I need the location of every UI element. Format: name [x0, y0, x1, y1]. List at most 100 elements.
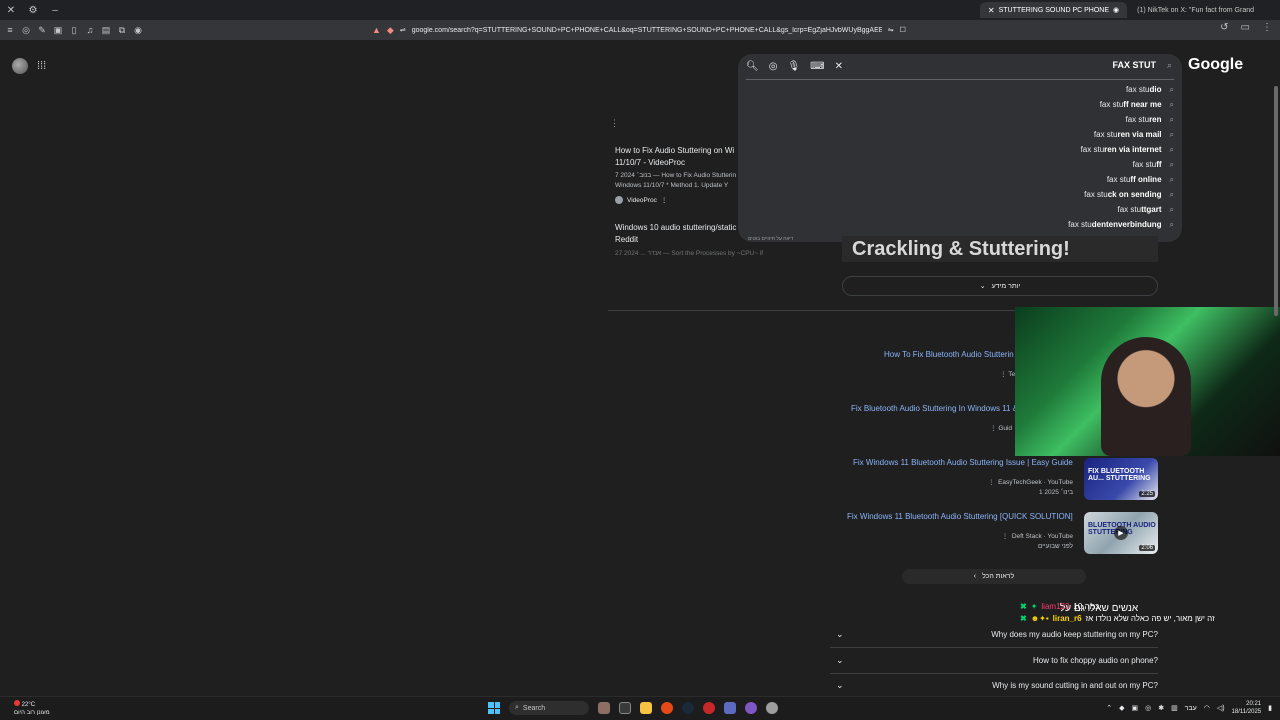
video-preview-banner[interactable]: Crackling & Stuttering! — [842, 236, 1158, 262]
windows-start-icon[interactable] — [488, 702, 500, 714]
tabs-icon[interactable]: ▤ — [100, 24, 112, 36]
search-icon[interactable]: 🔍︎ — [746, 61, 759, 72]
video-title[interactable]: Fix Bluetooth Audio Stuttering In Window… — [851, 404, 1018, 413]
task-view-icon[interactable] — [619, 702, 631, 714]
extension-icon[interactable]: ◆ — [387, 25, 394, 36]
see-all-button[interactable]: ‹ לראות הכל — [902, 569, 1086, 584]
chevron-up-icon[interactable]: ⌃ — [1106, 704, 1112, 712]
video-title[interactable]: Fix Windows 11 Bluetooth Audio Stutterin… — [847, 512, 1073, 521]
settings-icon[interactable]: ⚙ — [22, 0, 44, 20]
paa-question[interactable]: ⌄ How to fix choppy audio on phone? — [830, 648, 1158, 674]
tray-app-icon[interactable]: ◎ — [1145, 704, 1151, 712]
lang-indicator[interactable]: עבר — [1185, 705, 1197, 712]
sidebar-icon[interactable]: ▯ — [68, 24, 80, 36]
suggestion-item[interactable]: fax sturen via internet ⌕ — [874, 142, 1174, 157]
paa-question[interactable]: ⌄ Why does my audio keep stuttering on m… — [830, 622, 1158, 648]
page-scrollbar[interactable] — [1274, 86, 1278, 316]
video-thumbnail[interactable]: BLUETOOTH AUDIO STUTTERING ▶ 2:06 — [1084, 512, 1158, 554]
bookmark-icon[interactable]: ☐ — [900, 26, 906, 34]
paa-question[interactable]: ⌄ Why is my sound cutting in and out on … — [830, 675, 1158, 696]
result-title-line2[interactable]: Reddit — [615, 235, 737, 244]
bluetooth-icon[interactable]: ✱ — [1158, 704, 1164, 712]
pen-icon[interactable]: ✎ — [36, 24, 48, 36]
apps-grid-icon[interactable]: ⁞⁞⁞ — [37, 60, 46, 72]
file-explorer-icon[interactable] — [640, 702, 652, 714]
discord-icon[interactable] — [745, 702, 757, 714]
tray-app-icon[interactable]: ◆ — [1119, 704, 1124, 712]
suggestion-item[interactable]: fax studio ⌕ — [874, 82, 1174, 97]
suggestion-item[interactable]: fax stuff online ⌕ — [874, 172, 1174, 187]
camera-icon[interactable]: ⧉ — [116, 24, 128, 36]
wifi-icon[interactable]: ◠ — [1204, 704, 1210, 712]
suggestion-item[interactable]: fax sturen via mail ⌕ — [874, 127, 1174, 142]
more-options-icon[interactable]: ⋮ — [661, 196, 668, 204]
taskbar-search[interactable]: ⌕ Search — [509, 701, 589, 715]
network-icon[interactable]: ▥ — [1171, 704, 1178, 712]
result-snippet: 27 2024 ... אנדר — Sort the Processes by… — [615, 250, 764, 257]
result-title[interactable]: Windows 10 audio stuttering/static — [615, 223, 737, 232]
tune-icon[interactable]: ⇋ — [888, 26, 894, 34]
weather-widget[interactable]: 22°C מעונן רוב היום — [14, 700, 50, 717]
music-icon[interactable]: ♫ — [84, 24, 96, 36]
result-source[interactable]: VideoProc ⋮ — [615, 196, 667, 204]
more-info-button[interactable]: ⌄ יותר מידע — [842, 276, 1158, 296]
windows-taskbar: 22°C מעונן רוב היום ⌕ Search ⌃ ◆ ▣ ◎ ✱ ▥… — [0, 696, 1280, 720]
video-date: 1 בינו׳ 2025 — [1039, 489, 1073, 496]
app-icon[interactable] — [703, 702, 715, 714]
audio-icon[interactable]: ◉ — [132, 24, 144, 36]
result-title[interactable]: How to Fix Audio Stuttering on Wi — [615, 146, 737, 155]
suggestion-item[interactable]: fax stuttgart ⌕ — [874, 202, 1174, 217]
url-text[interactable]: google.com/search?q=STUTTERING+SOUND+PC+… — [412, 27, 882, 34]
warning-icon[interactable]: ▲ — [372, 25, 381, 35]
suggestion-item[interactable]: fax stuff ⌕ — [874, 157, 1174, 172]
suggestion-item[interactable]: fax stuck on sending ⌕ — [874, 187, 1174, 202]
microphone-icon[interactable]: 🎙︎ — [787, 61, 800, 72]
streamer-figure — [1101, 337, 1191, 456]
address-bar[interactable]: ▲ ◆ ⇌ google.com/search?q=STUTTERING+SOU… — [372, 22, 912, 38]
video-title[interactable]: Fix Windows 11 Bluetooth Audio Stutterin… — [853, 458, 1073, 467]
lens-icon[interactable]: ◎ — [769, 61, 778, 72]
history-icon[interactable]: ↺ — [1220, 22, 1228, 33]
suggestion-item[interactable]: fax stuff near me ⌕ — [874, 97, 1174, 112]
image-icon[interactable]: ▣ — [52, 24, 64, 36]
toolbar-right-icons: ↺ ▭ ⋮ — [1220, 22, 1272, 33]
sidebar-toggle-icon[interactable]: ▭ — [1241, 22, 1250, 33]
notifications-icon[interactable]: ▮ — [1268, 704, 1272, 712]
system-tray: ⌃ ◆ ▣ ◎ ✱ ▥ עבר ◠ ◁) 20:21 18/11/2025 ▮ — [1106, 700, 1272, 716]
brave-browser-icon[interactable] — [661, 702, 673, 714]
result-title-line2[interactable]: 11/10/7 - VideoProc — [615, 158, 737, 167]
suggestion-item[interactable]: fax sturen ⌕ — [874, 112, 1174, 127]
search-icon: ⌕ — [1169, 174, 1174, 184]
close-window-icon[interactable]: ✕ — [0, 0, 22, 20]
video-thumbnail[interactable]: FIX BLUETOOTH AU... STUTTERING 2:25 — [1084, 458, 1158, 500]
chevron-down-icon: ⌄ — [836, 680, 844, 690]
suggestion-item[interactable]: fax studentenverbindung ⌕ — [874, 217, 1174, 232]
report-predictions-link[interactable]: דיווח על חיזויים בוטים — [748, 236, 793, 242]
settings-icon[interactable] — [766, 702, 778, 714]
site-info-icon[interactable]: ⇌ — [400, 26, 406, 34]
menu-icon[interactable]: ≡ — [4, 24, 16, 36]
video-title[interactable]: How To Fix Bluetooth Audio Stutterin — [884, 350, 1014, 359]
close-tab-icon[interactable]: ✕ — [988, 6, 995, 15]
clock[interactable]: 20:21 18/11/2025 — [1232, 700, 1262, 716]
steam-icon[interactable] — [682, 702, 694, 714]
app-icon[interactable] — [724, 702, 736, 714]
search-box-dropdown[interactable]: 🔍︎ ◎ 🎙︎ ⌨ ✕ FAX STUT ⌕ fax studio ⌕ fax s… — [738, 54, 1182, 242]
search-input[interactable]: FAX STUT — [1112, 60, 1156, 70]
clear-icon[interactable]: ✕ — [835, 61, 843, 72]
volume-icon[interactable]: ◁) — [1217, 704, 1225, 712]
search-icon: ⌕ — [1169, 129, 1174, 139]
chat-username: liam123 — [1041, 601, 1070, 611]
tray-app-icon[interactable]: ▣ — [1131, 704, 1138, 712]
widgets-icon[interactable] — [598, 702, 610, 714]
google-logo[interactable]: Google — [1188, 56, 1243, 74]
keyboard-icon[interactable]: ⌨ — [810, 61, 824, 72]
tab-label: STUTTERING SOUND PC PHONE — [998, 6, 1110, 14]
minimize-icon[interactable]: – — [44, 0, 66, 20]
more-options-icon[interactable]: ⋮ — [610, 118, 619, 129]
more-menu-icon[interactable]: ⋮ — [1262, 22, 1272, 33]
shield-icon[interactable]: ◎ — [20, 24, 32, 36]
account-avatar[interactable] — [12, 58, 28, 74]
tab-stuttering-search[interactable]: ✕ STUTTERING SOUND PC PHONE ◉ — [979, 2, 1128, 18]
tab-niktek-x[interactable]: (1) NikTek on X: "Fun fact from Grand — [1129, 2, 1262, 18]
